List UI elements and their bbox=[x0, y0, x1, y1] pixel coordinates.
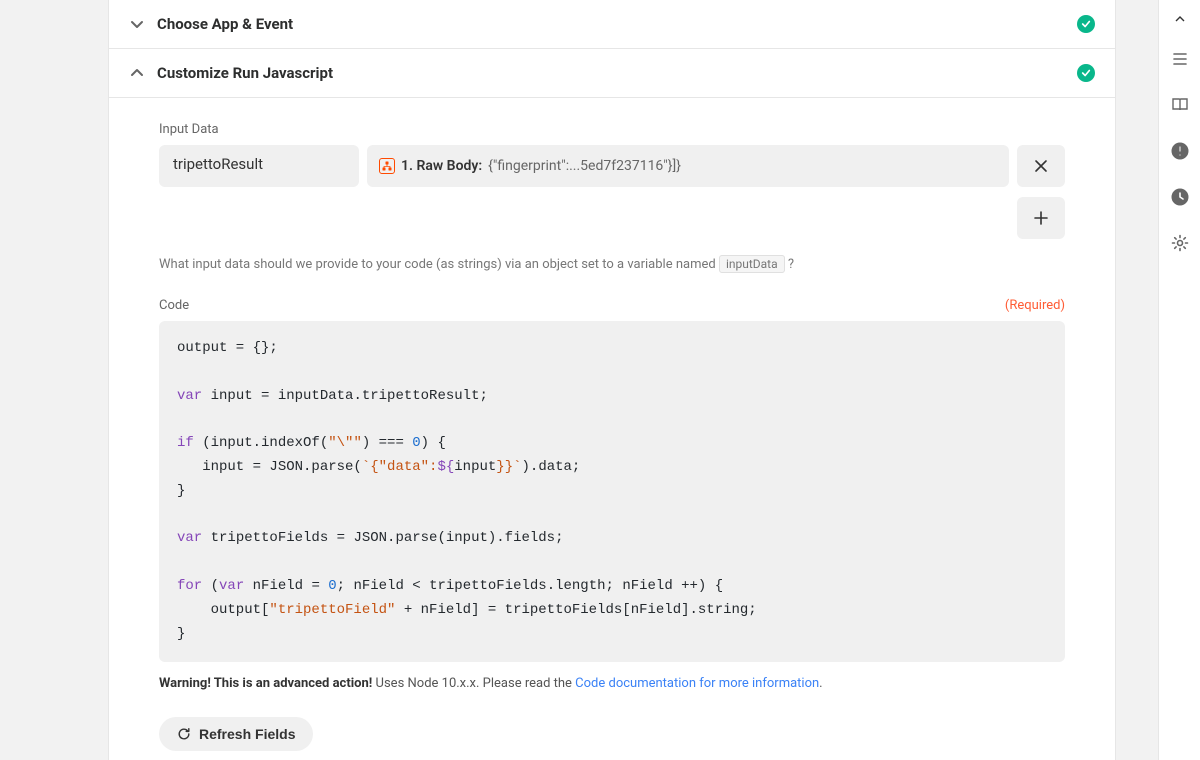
chevron-up-icon bbox=[127, 63, 147, 83]
required-label: (Required) bbox=[1005, 298, 1065, 313]
book-icon[interactable] bbox=[1167, 92, 1193, 118]
refresh-fields-button[interactable]: Refresh Fields bbox=[159, 717, 313, 751]
add-input-button[interactable] bbox=[1017, 197, 1065, 239]
input-data-help: What input data should we provide to you… bbox=[159, 257, 1065, 272]
chevron-down-icon bbox=[127, 14, 147, 34]
alert-icon[interactable] bbox=[1167, 138, 1193, 164]
check-icon bbox=[1077, 64, 1095, 82]
code-editor[interactable]: output = {}; var input = inputData.tripe… bbox=[159, 321, 1065, 662]
input-data-label: Input Data bbox=[159, 122, 1065, 137]
outline-icon[interactable] bbox=[1167, 46, 1193, 72]
refresh-icon bbox=[177, 727, 191, 741]
code-docs-link[interactable]: Code documentation for more information bbox=[575, 676, 819, 691]
token-value: {"fingerprint":...5ed7f237116"}]} bbox=[488, 158, 681, 174]
warning-text: Warning! This is an advanced action! Use… bbox=[159, 676, 1065, 691]
plus-icon bbox=[1034, 211, 1048, 225]
close-icon bbox=[1034, 159, 1048, 173]
remove-input-button[interactable] bbox=[1017, 145, 1065, 187]
code-label: Code bbox=[159, 298, 189, 313]
token-step-label: 1. Raw Body: bbox=[401, 158, 482, 174]
check-icon bbox=[1077, 15, 1095, 33]
gear-icon[interactable] bbox=[1167, 230, 1193, 256]
section-customize[interactable]: Customize Run Javascript bbox=[109, 49, 1115, 98]
section-title: Customize Run Javascript bbox=[157, 64, 333, 82]
step-panel: Choose App & Event Customize Run Javascr… bbox=[108, 0, 1116, 760]
caret-up-icon[interactable] bbox=[1167, 12, 1193, 26]
input-token-pill[interactable]: 1. Raw Body: {"fingerprint":...5ed7f2371… bbox=[367, 145, 1009, 187]
inline-code: inputData bbox=[719, 255, 785, 273]
section-title: Choose App & Event bbox=[157, 15, 293, 33]
main-scroll[interactable]: Choose App & Event Customize Run Javascr… bbox=[0, 0, 1158, 760]
hierarchy-icon bbox=[379, 158, 395, 174]
clock-icon[interactable] bbox=[1167, 184, 1193, 210]
section-body: Input Data tripettoResult 1. Raw Body: {… bbox=[109, 98, 1115, 760]
input-var-name[interactable]: tripettoResult bbox=[159, 145, 359, 187]
section-choose-app[interactable]: Choose App & Event bbox=[109, 0, 1115, 49]
right-rail bbox=[1158, 0, 1200, 760]
